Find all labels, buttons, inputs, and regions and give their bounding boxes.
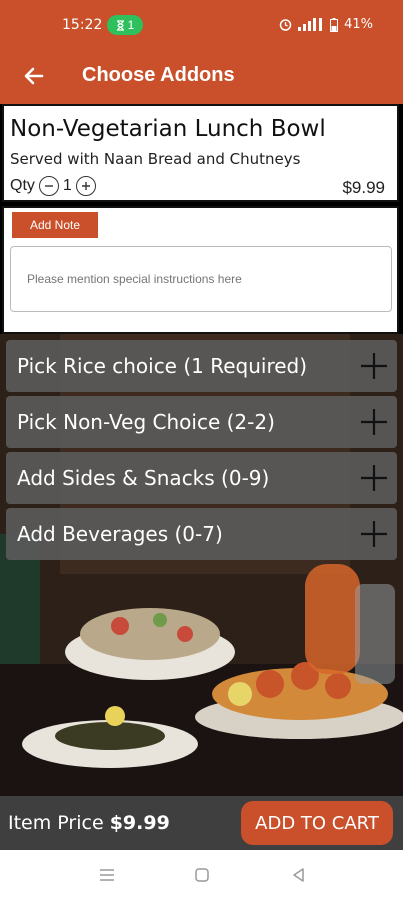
special-instructions-input[interactable] [10, 246, 392, 312]
page-title: Choose Addons [82, 64, 235, 86]
section-nonveg-choice[interactable]: Pick Non-Veg Choice (2-2) [6, 396, 397, 448]
item-price: $9.99 [342, 178, 385, 197]
qty-label: Qty [10, 177, 35, 194]
hourglass-icon [116, 19, 124, 31]
plus-icon[interactable] [359, 407, 389, 437]
plus-icon[interactable] [359, 463, 389, 493]
notification-count: 1 [127, 18, 135, 32]
add-note-button[interactable]: Add Note [12, 212, 98, 238]
item-price-value: $9.99 [109, 812, 170, 834]
section-sides-snacks[interactable]: Add Sides & Snacks (0-9) [6, 452, 397, 504]
bottom-bar: Item Price $9.99 ADD TO CART [0, 796, 403, 850]
notification-pill: 1 [107, 15, 143, 35]
decrease-qty-button[interactable] [38, 176, 59, 196]
system-icons: 41% [279, 17, 373, 32]
status-bar: 15:22 1 41% [0, 0, 403, 52]
quantity-stepper: Qty 1 [10, 176, 96, 196]
home-icon[interactable] [193, 866, 211, 884]
menu-icon[interactable] [98, 866, 116, 884]
status-time: 15:22 [62, 17, 103, 33]
addon-sections: Pick Rice choice (1 Required) Pick Non-V… [6, 340, 397, 564]
plus-icon[interactable] [359, 351, 389, 381]
signal-icon [298, 18, 323, 31]
qty-value: 1 [62, 177, 72, 194]
section-label: Add Sides & Snacks (0-9) [17, 466, 270, 490]
minus-icon [44, 185, 53, 187]
app-bar: Choose Addons [0, 52, 403, 104]
system-nav-bar [0, 850, 403, 900]
item-name: Non-Vegetarian Lunch Bowl [10, 116, 326, 142]
section-rice-choice[interactable]: Pick Rice choice (1 Required) [6, 340, 397, 392]
alarm-icon [279, 19, 292, 31]
back-arrow-icon[interactable] [20, 62, 48, 90]
plus-icon[interactable] [359, 519, 389, 549]
section-beverages[interactable]: Add Beverages (0-7) [6, 508, 397, 560]
item-description: Served with Naan Bread and Chutneys [10, 150, 301, 168]
section-label: Add Beverages (0-7) [17, 522, 223, 546]
increase-qty-button[interactable] [75, 176, 96, 196]
battery-percent: 41% [344, 17, 373, 32]
battery-icon [330, 17, 339, 32]
note-card: Add Note [2, 206, 399, 334]
plus-small-icon [81, 182, 90, 190]
section-label: Pick Non-Veg Choice (2-2) [17, 410, 275, 434]
back-triangle-icon[interactable] [290, 866, 308, 884]
item-price-summary: Item Price $9.99 [8, 812, 170, 834]
add-to-cart-button[interactable]: ADD TO CART [241, 801, 393, 845]
item-price-label: Item Price [8, 812, 104, 834]
section-label: Pick Rice choice (1 Required) [17, 354, 308, 378]
item-card: Non-Vegetarian Lunch Bowl Served with Na… [2, 104, 399, 202]
